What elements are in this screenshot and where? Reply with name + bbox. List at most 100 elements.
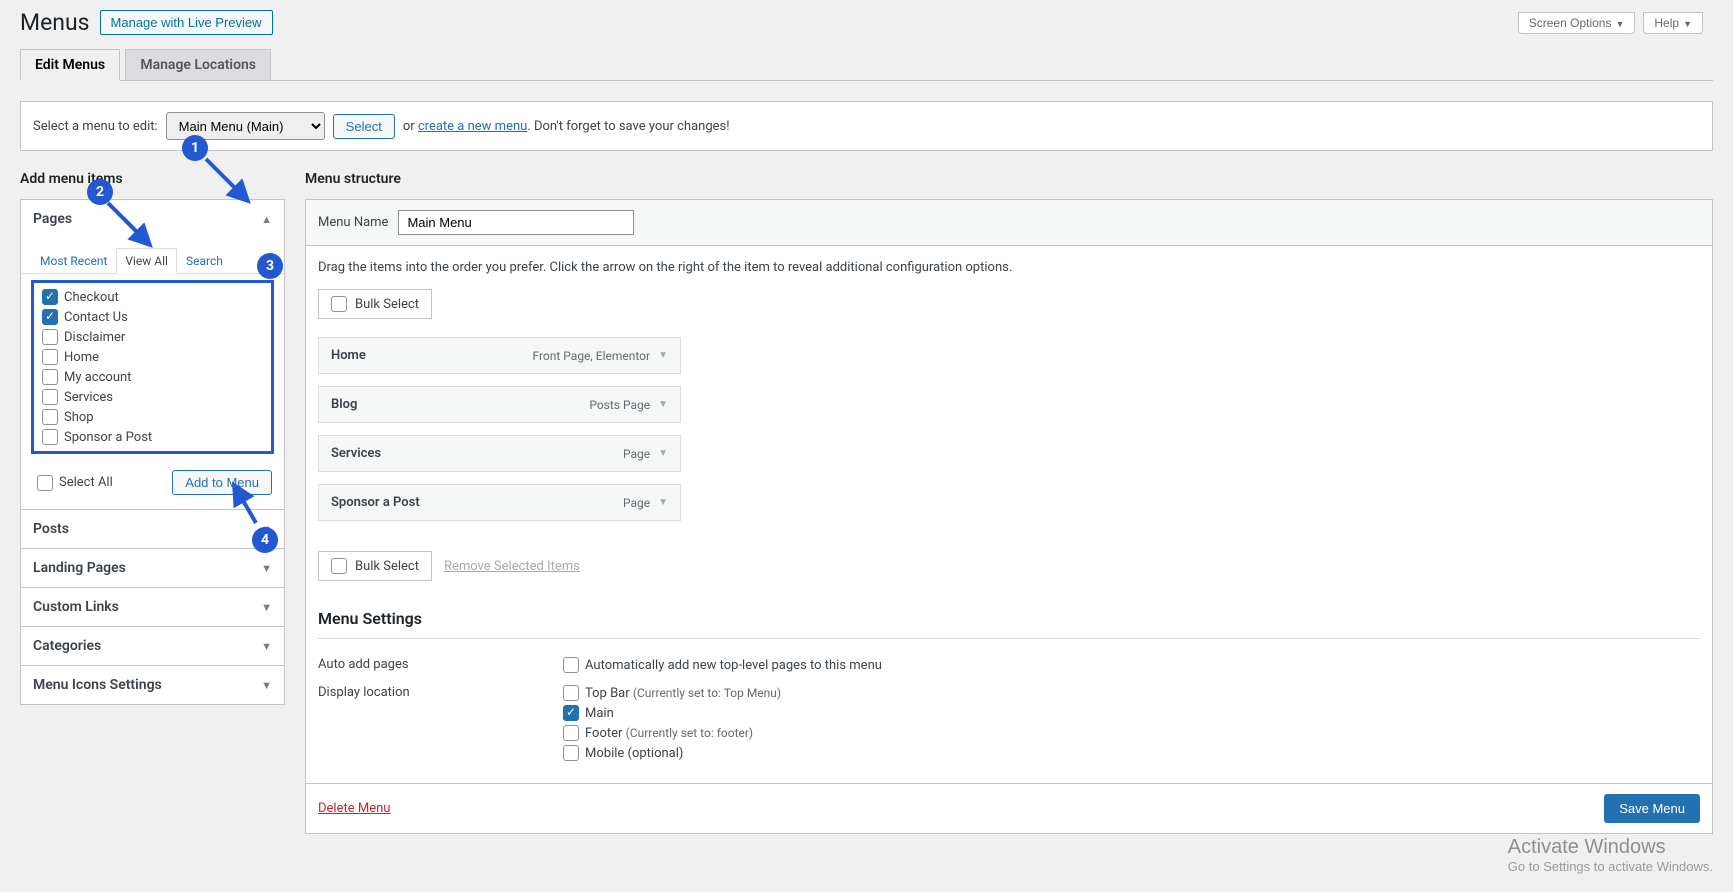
accordion-icons-header[interactable]: Menu Icons Settings — [21, 666, 284, 704]
pages-list-highlight: Checkout Contact UsDisclaimer Home My accou… — [31, 280, 274, 454]
menu-structure-heading: Menu structure — [305, 171, 1713, 187]
chevron-down-icon[interactable]: ▼ — [658, 350, 668, 361]
page-label: Services — [64, 390, 113, 405]
page-checkbox-row[interactable]: Services — [38, 387, 267, 407]
page-label: Checkout — [64, 290, 119, 305]
pages-tab-view-all[interactable]: View All — [116, 248, 177, 274]
page-checkbox-row[interactable]: Sponsor a Post — [38, 427, 267, 447]
auto-add-label: Auto add pages — [318, 657, 563, 677]
menu-structure-item[interactable]: Home Front Page, Elementor▼ — [318, 337, 681, 374]
pages-tab-recent[interactable]: Most Recent — [31, 248, 116, 274]
location-topbar-sub: (Currently set to: Top Menu) — [633, 686, 781, 700]
menu-item-label: Services — [331, 446, 381, 461]
page-checkbox-row[interactable]: Checkout — [38, 287, 267, 307]
page-label: Home — [64, 350, 99, 365]
chevron-up-icon — [261, 213, 272, 226]
page-checkbox[interactable] — [42, 369, 58, 385]
menu-name-input[interactable] — [398, 210, 634, 235]
chevron-down-icon — [261, 640, 272, 653]
bulk-select-top-label: Bulk Select — [355, 297, 419, 312]
location-mobile-checkbox[interactable] — [563, 745, 579, 761]
menu-item-type: Posts Page — [589, 398, 650, 412]
chevron-down-icon — [261, 562, 272, 575]
menu-name-label: Menu Name — [318, 215, 388, 230]
menu-structure-item[interactable]: Sponsor a Post Page▼ — [318, 484, 681, 521]
page-checkbox[interactable] — [42, 429, 58, 445]
page-checkbox-row[interactable]: Disclaimer — [38, 327, 267, 347]
menu-settings-heading: Menu Settings — [318, 609, 1700, 628]
delete-menu-link[interactable]: Delete Menu — [318, 801, 390, 816]
pages-list[interactable]: Checkout Contact UsDisclaimer Home My accou… — [38, 287, 267, 447]
page-checkbox[interactable] — [42, 409, 58, 425]
watermark-sub: Go to Settings to activate Windows. — [1508, 859, 1713, 874]
chevron-down-icon[interactable]: ▼ — [658, 399, 668, 410]
watermark-title: Activate Windows — [1508, 836, 1713, 859]
menu-item-meta: Front Page, Elementor▼ — [532, 349, 668, 363]
page-checkbox[interactable] — [42, 329, 58, 345]
page-label: Sponsor a Post — [64, 430, 152, 445]
location-main-checkbox[interactable] — [563, 705, 579, 721]
annotation-badge-4: 4 — [252, 527, 278, 553]
accordion-pages-header[interactable]: Pages — [21, 200, 284, 238]
menu-panel: Menu Name Drag the items into the order … — [305, 199, 1713, 834]
tab-manage-locations[interactable]: Manage Locations — [125, 49, 271, 80]
or-text: or — [403, 119, 415, 134]
menu-items-list: Home Front Page, Elementor▼ Blog Posts Page… — [318, 337, 1700, 521]
menu-structure-item[interactable]: Services Page ▼ — [318, 435, 681, 472]
menu-item-type: Page — [623, 447, 650, 461]
select-all-checkbox[interactable] — [37, 475, 53, 491]
add-to-menu-button[interactable]: Add to Menu — [172, 470, 272, 495]
page-checkbox[interactable] — [42, 349, 58, 365]
chevron-down-icon — [261, 679, 272, 692]
select-all-label: Select All — [59, 475, 113, 490]
menu-item-meta: Page ▼ — [623, 447, 668, 461]
live-preview-button[interactable]: Manage with Live Preview — [100, 10, 273, 35]
accordion-posts-title: Posts — [33, 521, 69, 537]
accordion-landing-title: Landing Pages — [33, 560, 126, 576]
menu-select-bar: Select a menu to edit: Main Menu (Main) … — [20, 101, 1713, 151]
location-mobile-text: Mobile (optional) — [585, 746, 683, 761]
page-checkbox[interactable] — [42, 389, 58, 405]
bulk-select-bottom-checkbox[interactable] — [331, 558, 347, 574]
help-button[interactable]: Help▼ — [1643, 12, 1703, 34]
annotation-badge-3: 3 — [257, 253, 283, 279]
pages-tab-search[interactable]: Search — [177, 248, 232, 274]
chevron-down-icon: ▼ — [1615, 19, 1624, 29]
chevron-down-icon[interactable]: ▼ — [658, 497, 668, 508]
screen-options-button[interactable]: Screen Options▼ — [1518, 12, 1636, 34]
accordion-categories-title: Categories — [33, 638, 101, 654]
page-checkbox-row[interactable]: Contact Us — [38, 307, 267, 327]
menu-item-label: Home — [331, 348, 366, 363]
page-checkbox-row[interactable]: My account — [38, 367, 267, 387]
auto-add-checkbox[interactable] — [563, 657, 579, 673]
page-label: My account — [64, 370, 131, 385]
location-footer-text: Footer — [585, 726, 622, 741]
accordion-landing-header[interactable]: Landing Pages — [21, 549, 284, 587]
menu-item-label: Blog — [331, 397, 357, 412]
menu-structure-item[interactable]: Blog Posts Page ▼ — [318, 386, 681, 423]
page-checkbox[interactable] — [42, 289, 58, 305]
bulk-select-top-checkbox[interactable] — [331, 296, 347, 312]
page-checkbox-row[interactable]: Shop — [38, 407, 267, 427]
chevron-down-icon[interactable]: ▼ — [658, 448, 668, 459]
location-topbar-text: Top Bar — [585, 686, 630, 701]
location-footer-checkbox[interactable] — [563, 725, 579, 741]
add-items-accordion: Pages Most Recent View All Search Checko… — [20, 199, 285, 705]
save-menu-button[interactable]: Save Menu — [1604, 794, 1700, 823]
accordion-posts-header[interactable]: Posts — [21, 510, 284, 548]
menu-item-label: Sponsor a Post — [331, 495, 420, 510]
tab-edit-menus[interactable]: Edit Menus — [20, 49, 120, 81]
page-checkbox[interactable] — [42, 309, 58, 325]
page-label: Shop — [64, 410, 94, 425]
create-new-menu-link[interactable]: create a new menu — [418, 119, 527, 134]
page-checkbox-row[interactable]: Home — [38, 347, 267, 367]
select-menu-label: Select a menu to edit: — [33, 119, 158, 134]
accordion-custom-links-header[interactable]: Custom Links — [21, 588, 284, 626]
nav-tabs: Edit Menus Manage Locations — [20, 40, 1713, 81]
menu-item-meta: Page▼ — [623, 496, 668, 510]
display-location-label: Display location — [318, 685, 563, 765]
remove-selected-link[interactable]: Remove Selected Items — [444, 559, 580, 574]
location-topbar-checkbox[interactable] — [563, 685, 579, 701]
select-menu-button[interactable]: Select — [333, 114, 395, 139]
accordion-categories-header[interactable]: Categories — [21, 627, 284, 665]
